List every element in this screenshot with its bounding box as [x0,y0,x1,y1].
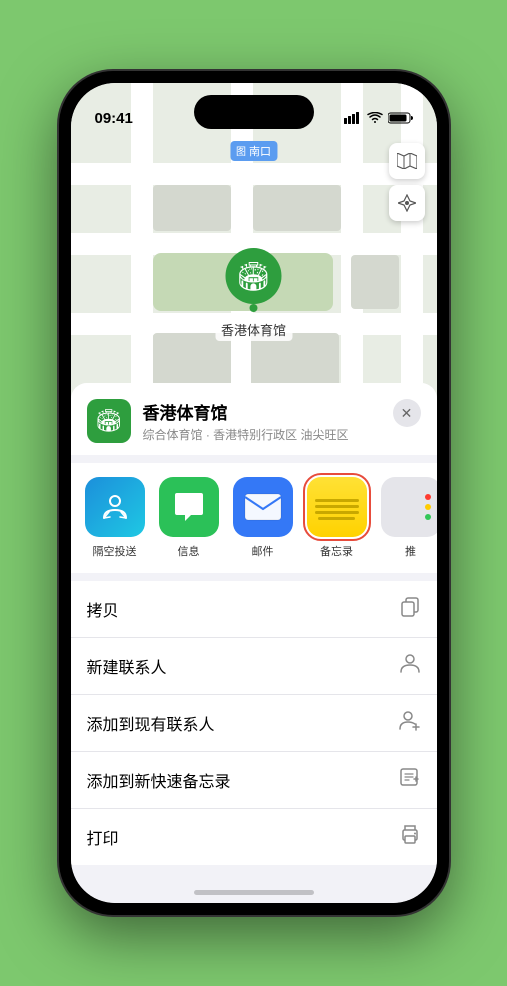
location-button[interactable] [389,185,425,221]
action-add-notes[interactable]: 添加到新快速备忘录 [71,752,437,809]
share-item-notes[interactable]: 备忘录 [305,477,369,559]
action-print-label: 打印 [87,825,119,849]
close-button[interactable]: ✕ [393,399,421,427]
airdrop-icon-box [85,477,145,537]
quick-notes-icon [399,766,421,794]
venue-pin: 🏟 香港体育馆 [215,248,292,341]
notes-icon-box [307,477,367,537]
action-new-contact-label: 新建联系人 [87,654,167,678]
phone-screen: 09:41 [71,83,437,903]
signal-icon [344,112,362,127]
pin-label: 香港体育馆 [215,318,292,341]
phone-frame: 09:41 [59,71,449,915]
wifi-icon [367,112,383,127]
mail-label: 邮件 [252,543,274,559]
action-copy[interactable]: 拷贝 [71,581,437,638]
share-row: 隔空投送 信息 [71,463,437,573]
battery-icon [388,112,413,127]
map-controls [389,143,425,227]
venue-subtitle: 综合体育馆 · 香港特别行政区 油尖旺区 [143,426,381,443]
message-label: 信息 [178,543,200,559]
action-copy-label: 拷贝 [87,597,119,621]
action-add-notes-label: 添加到新快速备忘录 [87,768,231,792]
action-new-contact[interactable]: 新建联系人 [71,638,437,695]
action-add-contact[interactable]: 添加到现有联系人 [71,695,437,752]
printer-icon [399,823,421,851]
share-item-airdrop[interactable]: 隔空投送 [83,477,147,559]
airdrop-label: 隔空投送 [93,543,137,559]
person-icon [399,652,421,680]
mail-icon-box [233,477,293,537]
action-print[interactable]: 打印 [71,809,437,865]
more-icon-box [381,477,437,537]
map-type-button[interactable] [389,143,425,179]
share-item-mail[interactable]: 邮件 [231,477,295,559]
status-icons [344,112,413,127]
share-item-message[interactable]: 信息 [157,477,221,559]
venue-name: 香港体育馆 [143,399,381,424]
bottom-sheet: 🏟 香港体育馆 综合体育馆 · 香港特别行政区 油尖旺区 ✕ [71,383,437,903]
share-item-more[interactable]: 推 [379,477,437,559]
copy-icon [399,595,421,623]
notes-label: 备忘录 [320,543,353,559]
more-label: 推 [405,543,416,559]
person-add-icon [399,709,421,737]
message-icon-box [159,477,219,537]
home-indicator [194,890,314,895]
venue-icon: 🏟 [236,260,272,293]
venue-header: 🏟 香港体育馆 综合体育馆 · 香港特别行政区 油尖旺区 ✕ [71,383,437,455]
status-time: 09:41 [95,110,133,127]
dynamic-island [194,95,314,129]
action-add-contact-label: 添加到现有联系人 [87,711,215,735]
action-list: 拷贝 新建联系人 [71,581,437,865]
venue-info: 香港体育馆 综合体育馆 · 香港特别行政区 油尖旺区 [143,399,381,443]
map-label: 图 南口 [230,141,277,161]
pin-circle: 🏟 [225,248,281,304]
venue-logo: 🏟 [87,399,131,443]
